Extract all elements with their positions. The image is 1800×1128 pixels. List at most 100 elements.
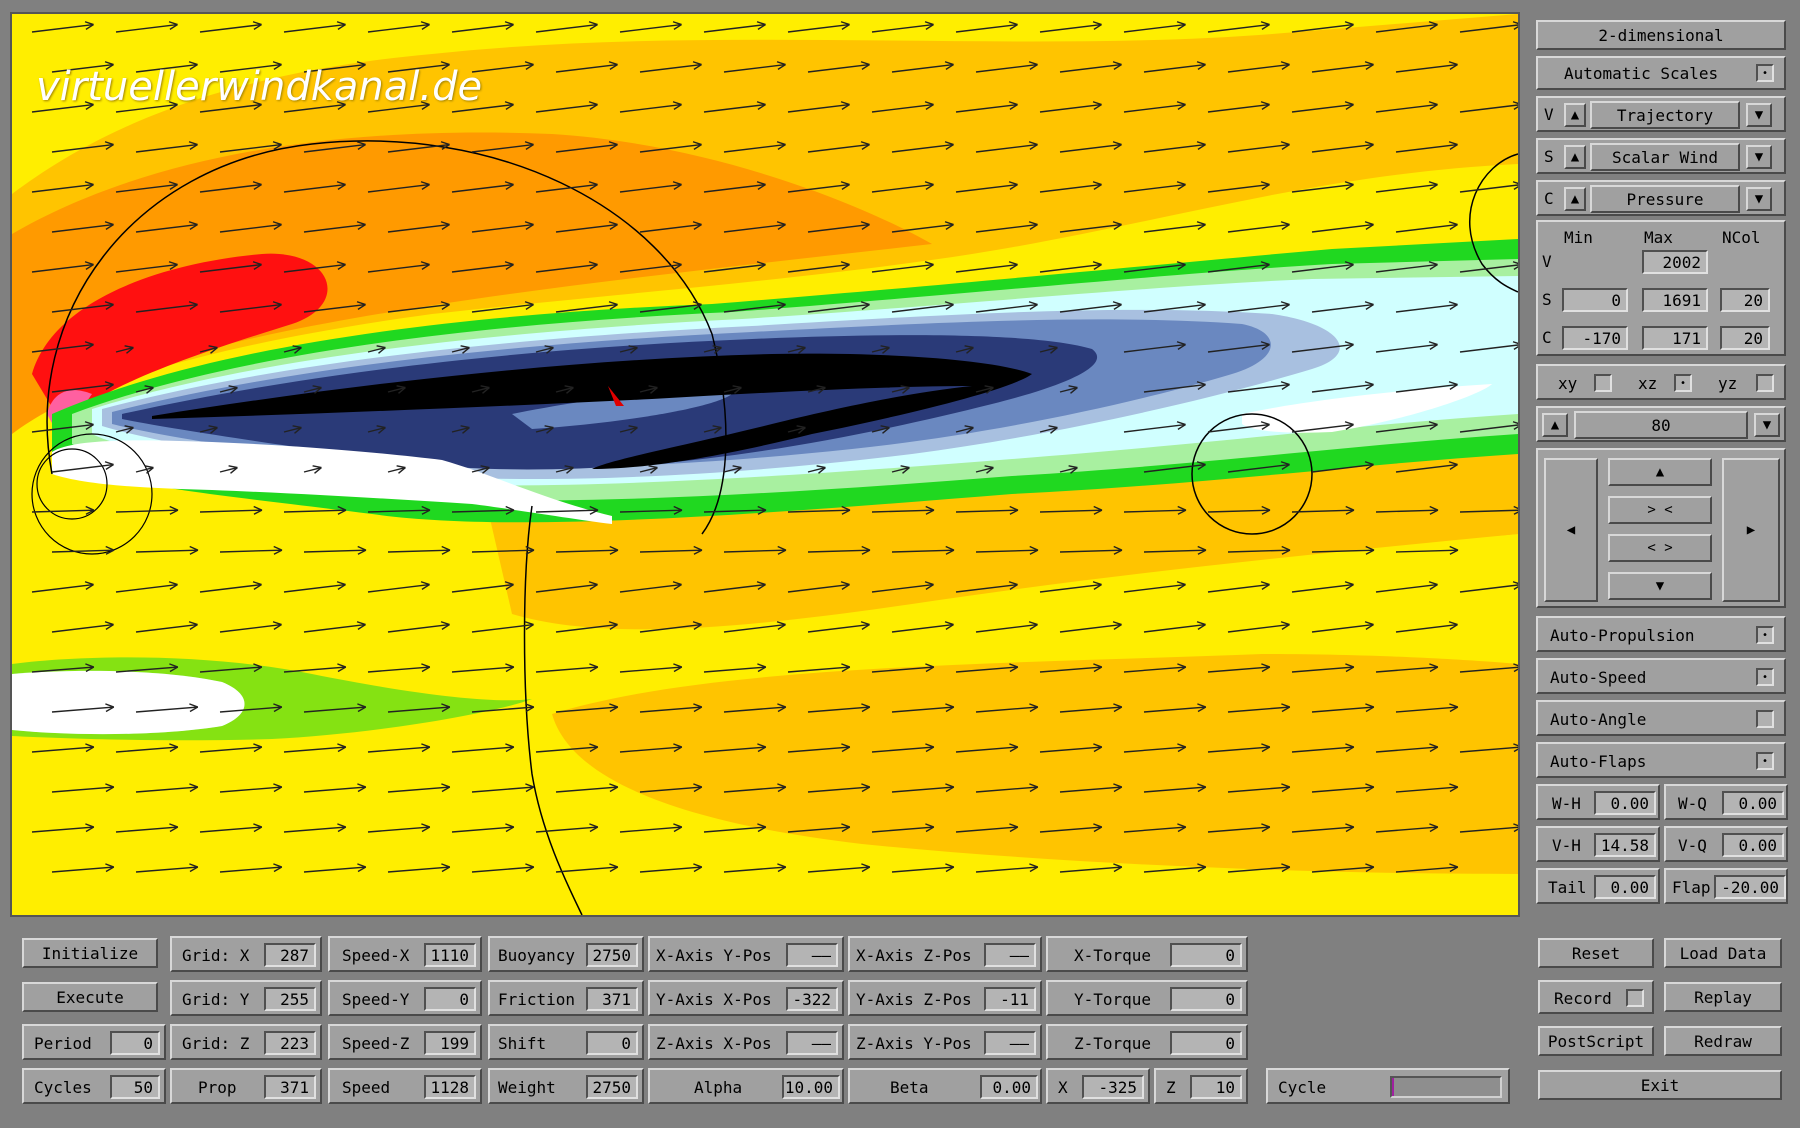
zaxis-ypos-cell: Z-Axis Y-Pos —— <box>848 1024 1042 1060</box>
auto-scales-label: Automatic Scales <box>1564 64 1719 83</box>
xaxis-ypos-cell: X-Axis Y-Pos —— <box>648 936 844 972</box>
zaxis-xpos-field[interactable]: —— <box>786 1031 838 1055</box>
cycles-field[interactable]: 50 <box>110 1075 160 1099</box>
pan-up-button[interactable]: ▲ <box>1608 458 1712 486</box>
slice-up-button[interactable]: ▲ <box>1542 413 1568 437</box>
yaxis-zpos-label: Y-Axis Z-Pos <box>856 990 972 1009</box>
auto-angle-row: Auto-Angle <box>1536 700 1786 736</box>
cycles-label: Cycles <box>34 1078 92 1097</box>
tail-field[interactable]: 0.00 <box>1594 875 1656 899</box>
s-max-field[interactable]: 1691 <box>1642 288 1708 312</box>
cycle-progress-cell: Cycle <box>1266 1068 1510 1104</box>
slice-value-field[interactable]: 80 <box>1574 411 1748 439</box>
beta-field[interactable]: 0.00 <box>980 1075 1038 1099</box>
zaxis-xpos-label: Z-Axis X-Pos <box>656 1034 772 1053</box>
zoom-in-button[interactable]: > < <box>1608 496 1712 524</box>
auto-propulsion-checkbox[interactable]: • <box>1756 626 1774 644</box>
s-ncol-field[interactable]: 20 <box>1720 288 1770 312</box>
execute-button[interactable]: Execute <box>22 982 158 1012</box>
x-torque-field[interactable]: 0 <box>1170 943 1242 967</box>
tail-label: Tail <box>1548 878 1587 897</box>
contour-chevron-down-icon[interactable]: ▼ <box>1746 187 1772 211</box>
scalar-up-button[interactable]: ▲ <box>1564 145 1586 169</box>
vector-dropdown[interactable]: Trajectory <box>1590 101 1740 129</box>
min-header: Min <box>1564 228 1593 247</box>
yaxis-xpos-field[interactable]: -322 <box>786 987 838 1011</box>
record-checkbox[interactable] <box>1626 989 1644 1007</box>
flow-field <box>12 14 1518 915</box>
xaxis-ypos-label: X-Axis Y-Pos <box>656 946 772 965</box>
redraw-button[interactable]: Redraw <box>1664 1026 1782 1056</box>
exit-button[interactable]: Exit <box>1538 1070 1782 1100</box>
y-torque-cell: Y-Torque 0 <box>1046 980 1248 1016</box>
grid-z-field[interactable]: 223 <box>264 1031 316 1055</box>
replay-button[interactable]: Replay <box>1664 982 1782 1012</box>
weight-label: Weight <box>498 1078 556 1097</box>
speed-cell: Speed 1128 <box>328 1068 482 1104</box>
plane-yz-radio[interactable] <box>1756 374 1774 392</box>
pan-down-button[interactable]: ▼ <box>1608 572 1712 600</box>
slice-chevron-down-icon[interactable]: ▼ <box>1754 413 1780 437</box>
weight-field[interactable]: 2750 <box>586 1075 638 1099</box>
z-torque-label: Z-Torque <box>1074 1034 1152 1053</box>
contour-dropdown[interactable]: Pressure <box>1590 185 1740 213</box>
auto-speed-checkbox[interactable]: • <box>1756 668 1774 686</box>
vector-chevron-down-icon[interactable]: ▼ <box>1746 103 1772 127</box>
load-data-button[interactable]: Load Data <box>1664 938 1782 968</box>
shift-field[interactable]: 0 <box>586 1031 638 1055</box>
initialize-button[interactable]: Initialize <box>22 938 158 968</box>
auto-scales-checkbox[interactable]: • <box>1756 64 1774 82</box>
wh-field[interactable]: 0.00 <box>1594 791 1656 815</box>
speed-z-field[interactable]: 199 <box>424 1031 476 1055</box>
auto-flaps-checkbox[interactable]: • <box>1756 752 1774 770</box>
vector-up-button[interactable]: ▲ <box>1564 103 1586 127</box>
grid-y-field[interactable]: 255 <box>264 987 316 1011</box>
z-coord-field[interactable]: 10 <box>1190 1075 1242 1099</box>
contour-up-button[interactable]: ▲ <box>1564 187 1586 211</box>
period-field[interactable]: 0 <box>110 1031 160 1055</box>
flow-visualization[interactable]: virtuellerwindkanal.de <box>10 12 1520 917</box>
c-ncol-field[interactable]: 20 <box>1720 326 1770 350</box>
vq-field[interactable]: 0.00 <box>1722 833 1784 857</box>
scalar-dropdown[interactable]: Scalar Wind <box>1590 143 1740 171</box>
x-coord-field[interactable]: -325 <box>1082 1075 1144 1099</box>
z-coord-cell: Z 10 <box>1154 1068 1248 1104</box>
zaxis-ypos-field[interactable]: —— <box>984 1031 1036 1055</box>
y-torque-field[interactable]: 0 <box>1170 987 1242 1011</box>
plane-xy-radio[interactable] <box>1594 374 1612 392</box>
grid-x-field[interactable]: 287 <box>264 943 316 967</box>
auto-flaps-label: Auto-Flaps <box>1550 752 1647 771</box>
reset-button[interactable]: Reset <box>1538 938 1654 968</box>
vq-cell: V-Q 0.00 <box>1664 826 1788 862</box>
shift-label: Shift <box>498 1034 547 1053</box>
z-torque-field[interactable]: 0 <box>1170 1031 1242 1055</box>
flap-field[interactable]: -20.00 <box>1714 875 1786 899</box>
speed-x-field[interactable]: 1110 <box>424 943 476 967</box>
vh-field[interactable]: 14.58 <box>1594 833 1656 857</box>
xaxis-ypos-field[interactable]: —— <box>786 943 838 967</box>
auto-angle-checkbox[interactable] <box>1756 710 1774 728</box>
s-min-field[interactable]: 0 <box>1562 288 1628 312</box>
scalar-chevron-down-icon[interactable]: ▼ <box>1746 145 1772 169</box>
friction-field[interactable]: 371 <box>586 987 638 1011</box>
c-max-field[interactable]: 171 <box>1642 326 1708 350</box>
zoom-out-button[interactable]: < > <box>1608 534 1712 562</box>
postscript-button[interactable]: PostScript <box>1538 1026 1654 1056</box>
v-max-field[interactable]: 2002 <box>1642 250 1708 274</box>
c-min-field[interactable]: -170 <box>1562 326 1628 350</box>
buoyancy-field[interactable]: 2750 <box>586 943 638 967</box>
speed-y-field[interactable]: 0 <box>424 987 476 1011</box>
cycles-cell: Cycles 50 <box>22 1068 166 1104</box>
xaxis-zpos-field[interactable]: —— <box>984 943 1036 967</box>
scalar-select-row: S ▲ Scalar Wind ▼ <box>1536 138 1786 174</box>
pan-left-button[interactable]: ◀ <box>1544 458 1598 602</box>
pan-right-button[interactable]: ▶ <box>1722 458 1780 602</box>
yaxis-zpos-field[interactable]: -11 <box>984 987 1036 1011</box>
prop-field[interactable]: 371 <box>264 1075 316 1099</box>
plane-xz-radio[interactable]: • <box>1674 374 1692 392</box>
wq-field[interactable]: 0.00 <box>1722 791 1784 815</box>
speed-y-cell: Speed-Y 0 <box>328 980 482 1016</box>
speed-field[interactable]: 1128 <box>424 1075 476 1099</box>
alpha-field[interactable]: 10.00 <box>782 1075 840 1099</box>
dimension-mode-button[interactable]: 2-dimensional <box>1536 20 1786 50</box>
